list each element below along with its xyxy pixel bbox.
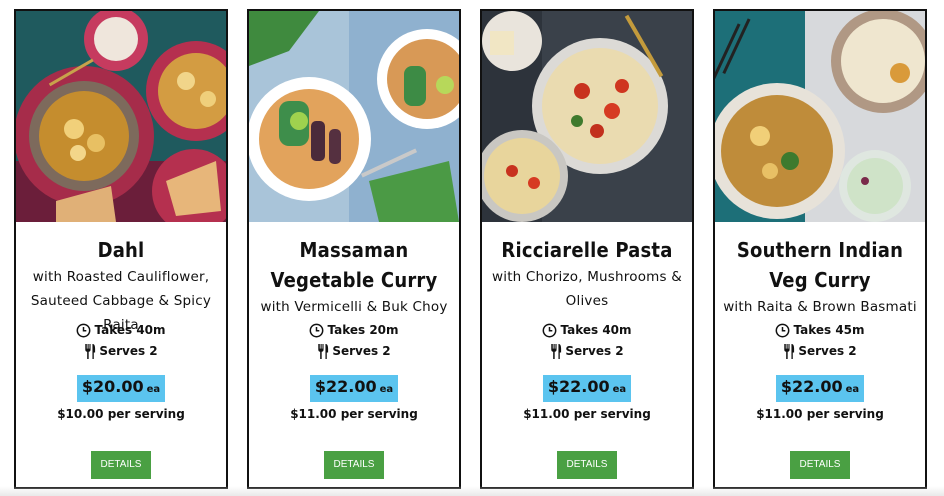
recipe-card-southern-indian-curry[interactable]: Southern Indian Veg Curry with Raita & B…: [713, 9, 927, 489]
recipe-photo[interactable]: [482, 11, 692, 222]
recipe-card-dahl[interactable]: Dahl with Roasted Cauliflower, Sauteed C…: [14, 9, 228, 489]
clock-icon: [776, 323, 790, 338]
price-badge: $22.00 ea: [309, 375, 399, 402]
clock-icon: [310, 323, 324, 338]
serves: Serves 2: [565, 344, 624, 358]
recipe-title[interactable]: Ricciarelle Pasta with Chorizo, Mushroom…: [486, 235, 688, 313]
recipe-meta: Takes 40m Serves 2: [16, 320, 226, 362]
recipe-photo[interactable]: [715, 11, 925, 222]
details-button[interactable]: DETAILS: [790, 451, 850, 479]
cutlery-icon: [318, 343, 329, 360]
recipe-name: Dahl: [97, 238, 145, 262]
recipe-subtitle: with Vermicelli & Buk Choy: [260, 299, 448, 315]
price-badge: $22.00 ea: [542, 375, 632, 402]
per-serving-price: $11.00 per serving: [523, 407, 651, 421]
serves: Serves 2: [798, 344, 857, 358]
price-block: $22.00 ea: [482, 375, 692, 402]
prep-time: Takes 45m: [793, 323, 865, 337]
price-badge: $20.00 ea: [76, 375, 166, 402]
cutlery-icon: [551, 343, 562, 360]
prep-time: Takes 40m: [560, 323, 632, 337]
recipe-card-ricciarelle-pasta[interactable]: Ricciarelle Pasta with Chorizo, Mushroom…: [480, 9, 694, 489]
details-button[interactable]: DETAILS: [557, 451, 617, 479]
recipe-title[interactable]: Massaman Vegetable Curry with Vermicelli…: [253, 235, 455, 319]
recipe-name: Massaman Vegetable Curry: [270, 238, 438, 292]
price-block: $20.00 ea: [16, 375, 226, 402]
price-value: $22.00: [314, 377, 377, 396]
price-block: $22.00 ea: [249, 375, 459, 402]
price-unit: ea: [612, 384, 627, 395]
price-block: $22.00 ea: [715, 375, 925, 402]
price-unit: ea: [146, 384, 161, 395]
prep-time: Takes 40m: [94, 323, 166, 337]
prep-time: Takes 20m: [327, 323, 399, 337]
per-serving-price: $11.00 per serving: [290, 407, 418, 421]
recipe-title[interactable]: Southern Indian Veg Curry with Raita & B…: [719, 235, 921, 319]
clock-icon: [77, 323, 91, 338]
recipe-meta: Takes 20m Serves 2: [249, 320, 459, 362]
price-badge: $22.00 ea: [775, 375, 865, 402]
clock-icon: [543, 323, 557, 338]
bottom-shadow: [0, 486, 944, 496]
serves: Serves 2: [99, 344, 158, 358]
cutlery-icon: [784, 343, 795, 360]
recipe-meta: Takes 45m Serves 2: [715, 320, 925, 362]
recipe-card-massaman-curry[interactable]: Massaman Vegetable Curry with Vermicelli…: [247, 9, 461, 489]
recipe-subtitle: with Chorizo, Mushrooms & Olives: [492, 269, 682, 309]
price-value: $20.00: [81, 377, 144, 396]
details-button[interactable]: DETAILS: [91, 451, 151, 479]
price-value: $22.00: [547, 377, 610, 396]
price-unit: ea: [379, 384, 394, 395]
recipe-grid: Dahl with Roasted Cauliflower, Sauteed C…: [0, 0, 944, 496]
recipe-name: Ricciarelle Pasta: [501, 238, 673, 262]
recipe-meta: Takes 40m Serves 2: [482, 320, 692, 362]
per-serving-price: $10.00 per serving: [57, 407, 185, 421]
price-value: $22.00: [780, 377, 843, 396]
cutlery-icon: [85, 343, 96, 360]
recipe-name: Southern Indian Veg Curry: [736, 238, 904, 292]
details-button[interactable]: DETAILS: [324, 451, 384, 479]
per-serving-price: $11.00 per serving: [756, 407, 884, 421]
recipe-subtitle: with Raita & Brown Basmati: [723, 299, 917, 315]
price-unit: ea: [845, 384, 860, 395]
recipe-photo[interactable]: [16, 11, 226, 222]
recipe-photo[interactable]: [249, 11, 459, 222]
serves: Serves 2: [332, 344, 391, 358]
